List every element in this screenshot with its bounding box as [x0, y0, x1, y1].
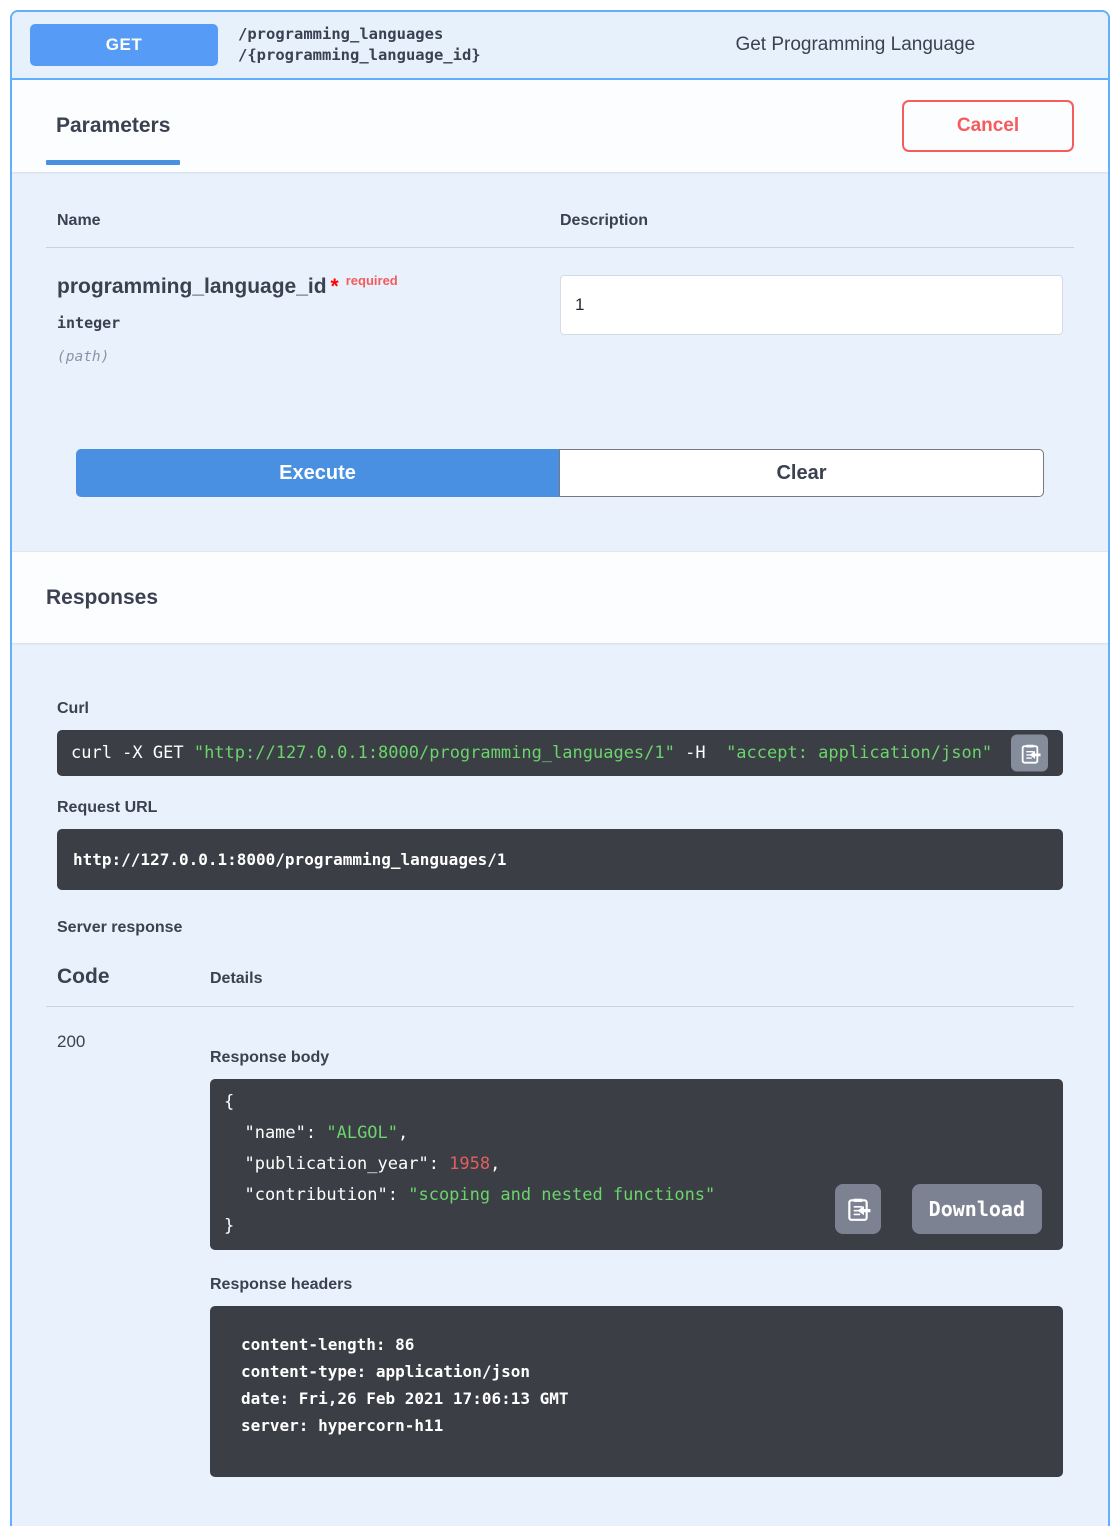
responses-body: Curl curl -X GET "http://127.0.0.1:8000/… — [12, 643, 1108, 1499]
response-table-header: Code Details — [57, 965, 1063, 989]
code-column-header: Code — [57, 965, 210, 989]
parameter-description-cell — [560, 275, 1063, 365]
response-body-controls: Download — [835, 1184, 1042, 1234]
parameters-heading: Parameters — [56, 114, 170, 138]
parameters-section-header: Parameters Cancel — [12, 80, 1108, 172]
response-body-block: { "name": "ALGOL", "publication_year": 1… — [210, 1079, 1063, 1250]
copy-curl-button[interactable] — [1011, 735, 1048, 772]
download-button[interactable]: Download — [912, 1184, 1042, 1234]
response-headers-block: content-length: 86content-type: applicat… — [210, 1306, 1063, 1477]
operation-path-line2: /{programming_language_id} — [238, 45, 481, 66]
curl-command-block: curl -X GET "http://127.0.0.1:8000/progr… — [57, 730, 1063, 776]
parameter-name: programming_language_id* required — [57, 275, 560, 299]
cancel-button[interactable]: Cancel — [902, 100, 1074, 152]
copy-icon — [1019, 742, 1041, 764]
execute-button-group: Execute Clear — [76, 449, 1044, 497]
response-details: Response body { "name": "ALGOL", "public… — [210, 1032, 1063, 1477]
required-label: required — [346, 273, 398, 288]
operation-summary[interactable]: GET /programming_languages /{programming… — [12, 12, 1108, 80]
http-method-badge: GET — [30, 24, 218, 66]
name-column-header: Name — [57, 212, 560, 230]
parameters-body: Name Description programming_language_id… — [12, 172, 1108, 551]
parameter-type: integer — [57, 314, 560, 332]
status-code: 200 — [57, 1032, 210, 1477]
parameter-row: programming_language_id* required integer… — [57, 275, 1063, 365]
curl-command-text: curl -X GET "http://127.0.0.1:8000/progr… — [71, 743, 992, 763]
parameter-value-input[interactable] — [560, 275, 1063, 335]
parameters-table-header: Name Description — [57, 212, 1063, 230]
operation-block-get: GET /programming_languages /{programming… — [10, 10, 1110, 1526]
request-url-text: http://127.0.0.1:8000/programming_langua… — [73, 850, 1047, 869]
response-body-label: Response body — [210, 1049, 1063, 1067]
response-headers-label: Response headers — [210, 1276, 1063, 1294]
required-asterisk: * — [331, 275, 339, 298]
curl-label: Curl — [57, 700, 1063, 718]
responses-heading: Responses — [46, 586, 158, 610]
operation-path: /programming_languages /{programming_lan… — [238, 24, 481, 66]
responses-section-header: Responses — [12, 551, 1108, 643]
response-headers-text: content-length: 86content-type: applicat… — [241, 1331, 1047, 1439]
details-column-header: Details — [210, 970, 262, 988]
parameter-name-text: programming_language_id — [57, 275, 327, 298]
copy-icon — [845, 1196, 871, 1222]
response-row-200: 200 Response body { "name": "ALGOL", "pu… — [57, 1032, 1063, 1477]
copy-response-button[interactable] — [835, 1184, 881, 1234]
request-url-block: http://127.0.0.1:8000/programming_langua… — [57, 829, 1063, 890]
tab-parameters: Parameters — [46, 80, 180, 172]
response-table-divider — [46, 1006, 1074, 1007]
parameter-meta: programming_language_id* required integer… — [57, 275, 560, 365]
operation-title: Get Programming Language — [481, 34, 1090, 56]
table-divider — [46, 247, 1074, 248]
server-response-label: Server response — [57, 919, 1063, 937]
operation-path-line1: /programming_languages — [238, 24, 481, 45]
request-url-label: Request URL — [57, 799, 1063, 817]
description-column-header: Description — [560, 212, 648, 230]
parameter-location: (path) — [57, 349, 560, 365]
clear-button[interactable]: Clear — [559, 449, 1044, 497]
execute-button[interactable]: Execute — [76, 449, 559, 497]
